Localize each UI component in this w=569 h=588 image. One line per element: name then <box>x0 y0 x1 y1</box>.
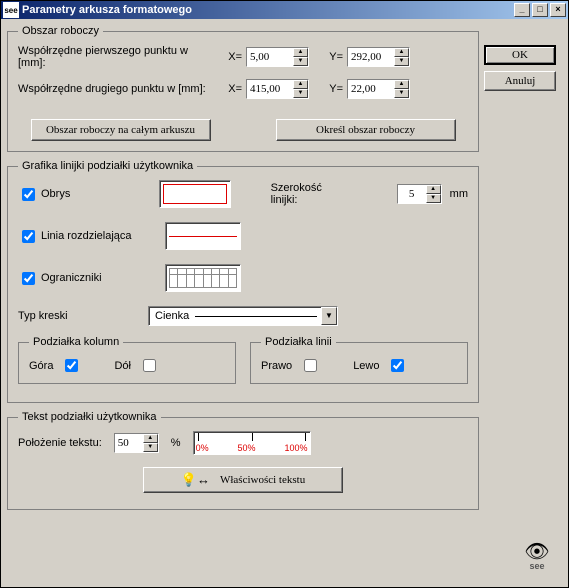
minimize-button[interactable]: _ <box>514 3 530 17</box>
p1-x-field[interactable]: ▲▼ <box>246 47 309 67</box>
scale-text-legend: Tekst podziałki użytkownika <box>18 411 161 423</box>
ruler-graphics-group: Grafika linijki podziałki użytkownika Ob… <box>7 160 479 403</box>
line-width-input[interactable] <box>398 185 426 203</box>
p2-label: Współrzędne drugiego punktu w [mm]: <box>18 83 218 95</box>
ogran-checkbox[interactable] <box>22 272 35 285</box>
y-label-1: Y= <box>319 51 343 63</box>
x-label-1: X= <box>218 51 242 63</box>
text-pos-preview: 0% 50% 100% <box>193 431 311 455</box>
dol-checkbox[interactable] <box>143 359 156 372</box>
mark-0: 0% <box>196 443 209 453</box>
dropdown-icon[interactable]: ▼ <box>321 307 337 325</box>
app-icon: see <box>3 2 19 18</box>
line-sample-icon <box>195 316 317 317</box>
p1-x-input[interactable] <box>247 48 293 66</box>
ok-button[interactable]: OK <box>484 45 556 65</box>
spin-up-icon[interactable]: ▲ <box>426 185 441 194</box>
text-properties-label: Właściwości tekstu <box>220 474 305 486</box>
titlebar: see Parametry arkusza formatowego _ □ × <box>1 1 568 19</box>
text-pos-label: Położenie tekstu: <box>18 437 102 449</box>
mark-100: 100% <box>285 443 308 453</box>
ogran-label: Ograniczniki <box>41 272 161 284</box>
line-width-unit: mm <box>450 188 468 200</box>
spin-down-icon[interactable]: ▼ <box>293 57 308 66</box>
line-scale-legend: Podziałka linii <box>261 336 336 348</box>
obrys-preview[interactable] <box>159 180 231 208</box>
scale-text-group: Tekst podziałki użytkownika Położenie te… <box>7 411 479 510</box>
p2-x-input[interactable] <box>247 80 293 98</box>
app-logo: 👁 see <box>518 543 556 577</box>
maximize-button[interactable]: □ <box>532 3 548 17</box>
spin-down-icon[interactable]: ▼ <box>426 194 441 203</box>
lewo-checkbox[interactable] <box>391 359 404 372</box>
line-width-label: Szerokość linijki: <box>271 182 345 206</box>
prawo-label: Prawo <box>261 360 292 372</box>
workarea-group: Obszar roboczy Współrzędne pierwszego pu… <box>7 25 479 152</box>
lightbulb-icon: 💡↔ <box>181 472 210 488</box>
spin-up-icon[interactable]: ▲ <box>293 48 308 57</box>
line-scale-group: Podziałka linii Prawo Lewo <box>250 336 468 384</box>
close-button[interactable]: × <box>550 3 566 17</box>
prawo-checkbox[interactable] <box>304 359 317 372</box>
text-pos-field[interactable]: ▲▼ <box>114 433 159 453</box>
workarea-legend: Obszar roboczy <box>18 25 103 37</box>
gora-label: Góra <box>29 360 53 372</box>
spin-down-icon[interactable]: ▼ <box>394 89 409 98</box>
line-width-field[interactable]: ▲▼ <box>397 184 442 204</box>
p2-y-input[interactable] <box>348 80 394 98</box>
p2-x-field[interactable]: ▲▼ <box>246 79 309 99</box>
workarea-define-button[interactable]: Określ obszar roboczy <box>276 119 456 141</box>
percent-label: % <box>171 437 181 449</box>
p1-y-field[interactable]: ▲▼ <box>347 47 410 67</box>
dash-type-combo[interactable]: Cienka ▼ <box>148 306 338 326</box>
eye-icon: 👁 <box>518 543 556 561</box>
dash-type-value: Cienka <box>149 310 195 322</box>
obrys-checkbox[interactable] <box>22 188 35 201</box>
column-scale-group: Podziałka kolumn Góra Dół <box>18 336 236 384</box>
spin-up-icon[interactable]: ▲ <box>143 434 158 443</box>
linia-checkbox[interactable] <box>22 230 35 243</box>
dash-type-label: Typ kreski <box>18 310 148 322</box>
ogran-preview[interactable] <box>165 264 241 292</box>
window-title: Parametry arkusza formatowego <box>22 4 514 16</box>
spin-up-icon[interactable]: ▲ <box>293 80 308 89</box>
spin-down-icon[interactable]: ▼ <box>293 89 308 98</box>
p1-y-input[interactable] <box>348 48 394 66</box>
dialog-window: see Parametry arkusza formatowego _ □ × … <box>0 0 569 588</box>
linia-preview[interactable] <box>165 222 241 250</box>
text-pos-input[interactable] <box>115 434 143 452</box>
workarea-whole-button[interactable]: Obszar roboczy na całym arkuszu <box>31 119 211 141</box>
x-label-2: X= <box>218 83 242 95</box>
spin-down-icon[interactable]: ▼ <box>143 443 158 452</box>
p1-label: Współrzędne pierwszego punktu w [mm]: <box>18 45 218 69</box>
mark-50: 50% <box>238 443 256 453</box>
gora-checkbox[interactable] <box>65 359 78 372</box>
column-scale-legend: Podziałka kolumn <box>29 336 123 348</box>
dol-label: Dół <box>114 360 131 372</box>
cancel-button[interactable]: Anuluj <box>484 71 556 91</box>
ruler-graphics-legend: Grafika linijki podziałki użytkownika <box>18 160 197 172</box>
spin-up-icon[interactable]: ▲ <box>394 48 409 57</box>
obrys-label: Obrys <box>41 188 155 200</box>
spin-up-icon[interactable]: ▲ <box>394 80 409 89</box>
spin-down-icon[interactable]: ▼ <box>394 57 409 66</box>
p2-y-field[interactable]: ▲▼ <box>347 79 410 99</box>
y-label-2: Y= <box>319 83 343 95</box>
linia-label: Linia rozdzielająca <box>41 230 161 242</box>
text-properties-button[interactable]: 💡↔ Właściwości tekstu <box>143 467 343 493</box>
lewo-label: Lewo <box>353 360 379 372</box>
